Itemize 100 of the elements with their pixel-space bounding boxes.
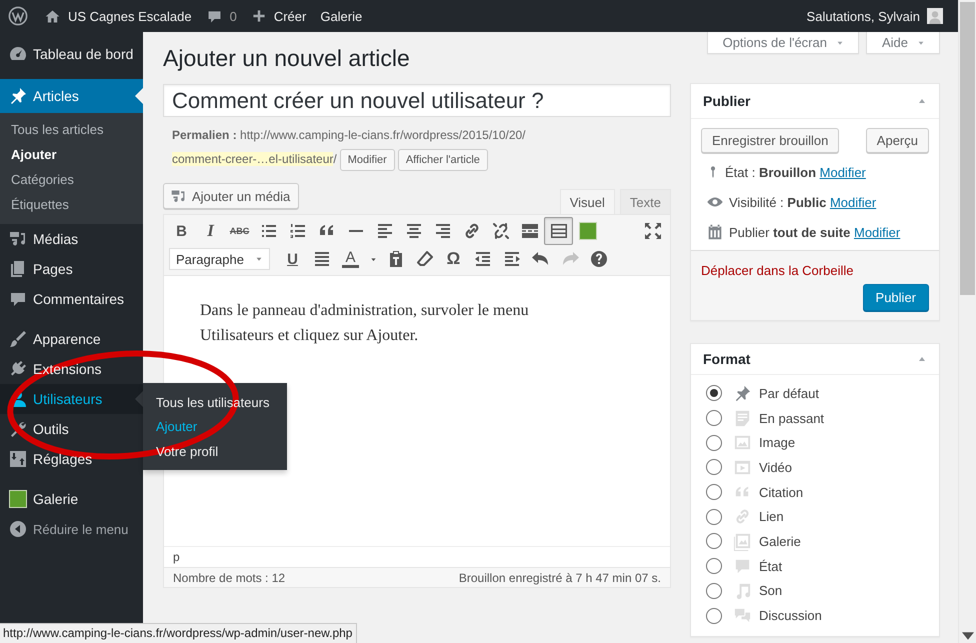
logo-icon[interactable] xyxy=(8,6,28,26)
italic-button[interactable]: I xyxy=(196,217,225,245)
document-icon xyxy=(733,408,752,428)
format-label[interactable]: En passant xyxy=(759,410,824,426)
help-icon xyxy=(588,249,608,269)
paintbrush-icon xyxy=(8,329,28,349)
scrollbar[interactable] xyxy=(958,0,976,643)
word-count: Nombre de mots : 12 xyxy=(173,570,286,584)
account-link[interactable]: Salutations, Sylvain xyxy=(800,0,950,32)
submenu-item[interactable]: Étiquettes xyxy=(0,192,143,217)
radio-button[interactable] xyxy=(706,410,722,426)
radio-button[interactable] xyxy=(706,484,722,500)
permalink-url[interactable]: http://www.camping-le-cians.fr/wordpress/2015/10/20/ xyxy=(240,128,526,142)
radio-button[interactable] xyxy=(706,582,722,599)
gallery-link[interactable]: Galerie xyxy=(313,0,370,32)
format-label[interactable]: État xyxy=(759,558,782,574)
site-name-link[interactable]: US Cagnes Escalade xyxy=(37,0,199,32)
bold-button[interactable]: B xyxy=(167,217,196,245)
sidebar-item[interactable]: Réglages xyxy=(0,444,143,474)
radio-button[interactable] xyxy=(706,558,722,574)
sidebar-item[interactable]: Apparence xyxy=(0,324,143,354)
visibility-text: Visibilité : Public Modifier xyxy=(729,194,876,210)
fullscreen-icon xyxy=(642,221,662,241)
radio-button[interactable] xyxy=(706,508,722,525)
sidebar-item[interactable]: Articles xyxy=(0,79,143,113)
format-label[interactable]: Son xyxy=(759,583,782,598)
new-content-link[interactable]: Créer xyxy=(244,0,314,32)
page-title: Ajouter un nouvel article xyxy=(163,44,410,73)
element-path: p xyxy=(173,550,180,564)
edit-link[interactable]: Modifier xyxy=(830,194,876,210)
square-icon xyxy=(578,221,598,241)
box-title: Publier xyxy=(703,93,750,109)
special-character-button[interactable]: Ω xyxy=(439,245,468,273)
sidebar-item[interactable]: Médias xyxy=(0,224,143,254)
avatar-icon xyxy=(927,8,943,24)
sidebar-item[interactable]: Pages xyxy=(0,254,143,284)
publish-date-text: Publier tout de suite Modifier xyxy=(729,224,900,240)
outdent-icon xyxy=(472,249,492,269)
save-draft-button[interactable]: Enregistrer brouillon xyxy=(701,128,840,153)
sidebar-item[interactable]: Outils xyxy=(0,414,143,444)
sidebar-item[interactable]: Commentaires xyxy=(0,284,143,314)
format-label[interactable]: Discussion xyxy=(759,608,822,624)
underline-button[interactable]: U xyxy=(278,245,307,273)
comments-link[interactable]: 0 xyxy=(198,0,244,32)
format-label[interactable]: Lien xyxy=(759,509,784,524)
format-select[interactable]: Paragraphe xyxy=(169,248,270,270)
box-title: Format xyxy=(703,351,750,367)
add-media-button[interactable]: Ajouter un média xyxy=(163,183,300,209)
text-color-button[interactable]: A xyxy=(336,245,365,273)
media-icon xyxy=(170,188,187,204)
radio-button[interactable] xyxy=(706,533,722,550)
unlink-icon xyxy=(490,221,510,241)
edit-link[interactable]: Modifier xyxy=(820,164,866,180)
permalink-label: Permalien : xyxy=(172,128,237,142)
help-button[interactable]: Aide xyxy=(866,32,940,54)
permalink-slug[interactable]: comment-creer-…el-utilisateur xyxy=(172,152,334,166)
strikethrough-button[interactable]: ABC xyxy=(225,217,254,245)
publish-button[interactable]: Publier xyxy=(862,284,929,311)
format-label[interactable]: Galerie xyxy=(759,534,801,549)
collapse-menu-button[interactable]: Réduire le menu xyxy=(0,514,143,544)
wrench-icon xyxy=(8,419,28,439)
autosave-status: Brouillon enregistré à 7 h 47 min 07 s. xyxy=(458,570,661,584)
sidebar-item[interactable]: Galerie xyxy=(0,484,143,514)
format-label[interactable]: Image xyxy=(759,435,796,450)
post-status-text: État : Brouillon Modifier xyxy=(725,164,866,180)
calendar-icon xyxy=(706,223,724,241)
sidebar-item[interactable]: Tableau de bord xyxy=(0,39,143,69)
submenu-item[interactable]: Catégories xyxy=(0,167,143,192)
trash-link[interactable]: Déplacer dans la Corbeille xyxy=(701,263,854,279)
format-label[interactable]: Citation xyxy=(759,484,804,500)
status-url: http://www.camping-le-cians.fr/wordpress/wp-admin/user-new.php xyxy=(0,623,358,643)
view-post-button[interactable]: Afficher l'article xyxy=(398,148,488,171)
square-icon xyxy=(8,489,28,509)
format-label[interactable]: Vidéo xyxy=(759,460,792,475)
numbered-list-icon xyxy=(288,221,308,241)
horizontal-line-icon xyxy=(348,230,362,232)
radio-button[interactable] xyxy=(706,385,722,402)
editor-tab[interactable]: Texte xyxy=(620,189,671,214)
submenu-item[interactable]: Ajouter xyxy=(0,142,143,167)
gallery-icon xyxy=(733,532,752,551)
preview-button[interactable]: Aperçu xyxy=(866,128,929,153)
plus-icon xyxy=(250,8,267,24)
edit-link[interactable]: Modifier xyxy=(854,224,900,240)
toolbar-toggle-button[interactable] xyxy=(544,217,573,245)
sidebar-item[interactable]: Utilisateurs xyxy=(0,384,143,414)
edit-slug-button[interactable]: Modifier xyxy=(340,148,395,171)
radio-button[interactable] xyxy=(706,608,722,624)
read-more-icon xyxy=(520,221,540,241)
collapse-icon xyxy=(8,519,28,539)
post-title-field[interactable]: Comment créer un nouvel utilisateur ? xyxy=(163,84,671,117)
radio-button[interactable] xyxy=(706,434,722,451)
sliders-icon xyxy=(8,449,28,469)
toolbar-toggle-icon xyxy=(548,221,568,241)
format-label[interactable]: Par défaut xyxy=(759,386,819,401)
screen-options-button[interactable]: Options de l'écran xyxy=(706,32,859,54)
caret-icon[interactable] xyxy=(962,632,974,640)
submenu-item[interactable]: Tous les articles xyxy=(0,117,143,142)
editor-tab[interactable]: Visuel xyxy=(560,189,615,214)
permalink-slash: / xyxy=(333,152,337,166)
radio-button[interactable] xyxy=(706,459,722,476)
